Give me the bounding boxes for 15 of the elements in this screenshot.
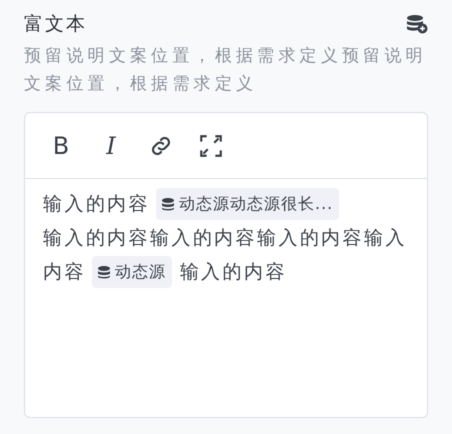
content-text: 输入的内容 [180,260,287,285]
bold-button[interactable]: B [43,128,79,164]
description-text: 预留说明文案位置，根据需求定义预留说明文案位置，根据需求定义 [24,45,428,96]
dynamic-source-tag[interactable]: 动态源动态源很长... [156,188,340,220]
database-icon [162,198,174,210]
fullscreen-icon [198,132,224,158]
field-title: 富文本 [24,12,87,36]
content-text: 输入的内容 [43,192,150,217]
database-add-icon[interactable] [406,14,428,34]
content-text: 内容 [43,260,86,285]
italic-button[interactable]: I [93,128,129,164]
content-text: 输入的内容输入的内容输入的内容输入 [43,226,407,251]
rich-text-editor[interactable]: B I 输入的内容 动态源动态源很长... 输入的内容输入的内容输入的内容输入 内容 动态源 输入的内容 [24,112,428,418]
database-icon [98,266,110,278]
dynamic-source-tag[interactable]: 动态源 [92,256,172,288]
